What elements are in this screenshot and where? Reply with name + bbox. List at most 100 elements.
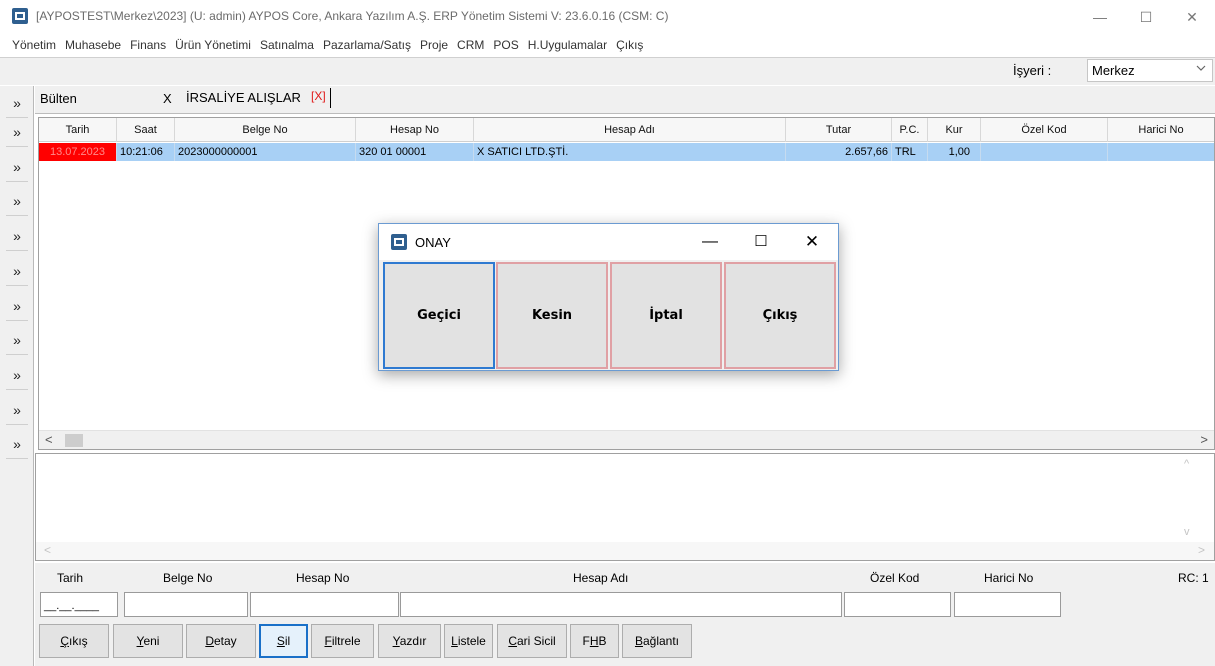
link-button[interactable]: Bağlantı [622,624,692,658]
menu-urun-yonetimi[interactable]: Ürün Yönetimi [175,38,251,52]
dialog-title: ONAY [415,235,451,250]
list-button[interactable]: Listele [444,624,493,658]
col-header-tarih[interactable]: Tarih [39,118,117,142]
filter-label-belge-no: Belge No [163,571,213,585]
filter-tarih-input[interactable]: __.__.____ [40,592,118,617]
memo-panel[interactable]: ^ v < > [35,453,1215,561]
memo-horizontal-scrollbar[interactable]: < > [36,542,1214,560]
horizontal-scrollbar[interactable]: < > [39,430,1214,449]
account-card-button[interactable]: Cari Sicil [497,624,567,658]
menu-satinalma[interactable]: Satınalma [260,38,314,52]
filter-harici-no-input[interactable] [954,592,1061,617]
menu-pos[interactable]: POS [493,38,518,52]
menu-h-uygulamalar[interactable]: H.Uygulamalar [528,38,607,52]
dialog-close-button[interactable]: ✕ [797,228,827,256]
side-strip-expand-button[interactable]: » [6,186,28,216]
cancel-button[interactable]: İptal [610,262,722,369]
cell-hesap-adi[interactable]: X SATICI LTD.ŞTİ. [474,143,786,161]
cell-tutar[interactable]: 2.657,66 [786,143,892,161]
col-header-tutar[interactable]: Tutar [786,118,892,142]
menu-muhasebe[interactable]: Muhasebe [65,38,121,52]
print-button[interactable]: Yazdır [378,624,441,658]
tab-irsaliye-alislar[interactable]: İRSALİYE ALIŞLAR [186,90,301,105]
tab-irsaliye-close-button[interactable]: [X] [311,89,326,103]
cell-tarih[interactable]: 13.07.2023 [39,143,117,161]
menu-yonetim[interactable]: Yönetim [12,38,56,52]
col-header-kur[interactable]: Kur [928,118,981,142]
table-row[interactable]: 13.07.2023 10:21:06 2023000000001 320 01… [39,143,1214,161]
menu-crm[interactable]: CRM [457,38,484,52]
dialog-minimize-button[interactable]: — [695,228,725,256]
col-header-belge-no[interactable]: Belge No [175,118,356,142]
col-header-ozel-kod[interactable]: Özel Kod [981,118,1108,142]
side-strip-expand-button[interactable]: » [6,152,28,182]
final-button[interactable]: Kesin [496,262,608,369]
side-strip-expand-button[interactable]: » [6,395,28,425]
filter-label-ozel-kod: Özel Kod [870,571,920,585]
col-header-pc[interactable]: P.C. [892,118,928,142]
scroll-down-icon[interactable]: v [1184,526,1190,538]
exit-button[interactable]: Çıkış [39,624,109,658]
filter-label-tarih: Tarih [57,571,84,585]
cell-saat[interactable]: 10:21:06 [117,143,175,161]
menu-pazarlama-satis[interactable]: Pazarlama/Satış [323,38,411,52]
cell-hesap-no[interactable]: 320 01 00001 [356,143,474,161]
side-strip-expand-button[interactable]: » [6,360,28,390]
side-strip-expand-button[interactable]: » [6,221,28,251]
close-button[interactable]: ✕ [1169,2,1215,32]
app-icon [391,234,407,250]
detail-button-mnemonic: D [205,634,214,648]
side-strip-expand-button[interactable]: » [6,88,28,118]
col-header-hesap-adi[interactable]: Hesap Adı [474,118,786,142]
scroll-thumb[interactable] [65,434,83,447]
cell-harici-no[interactable] [1108,143,1214,161]
scroll-right-icon[interactable]: > [1198,543,1205,557]
grid-header: Tarih Saat Belge No Hesap No Hesap Adı T… [39,118,1214,142]
col-header-saat[interactable]: Saat [117,118,175,142]
menu-cikis[interactable]: Çıkış [616,38,643,52]
dialog-maximize-button[interactable]: ☐ [746,228,776,256]
tab-bulten-close-button[interactable]: X [163,91,172,106]
scroll-right-icon[interactable]: > [1200,432,1208,447]
workplace-label: İşyeri : [1013,63,1052,78]
scroll-left-icon[interactable]: < [44,543,51,557]
detail-button-label: etay [213,634,237,648]
print-button-label: azdır [399,634,427,648]
dialog-title-bar: ONAY — ☐ ✕ [379,224,838,260]
detail-button[interactable]: Detay [186,624,256,658]
tab-bulten[interactable]: Bülten [40,91,77,106]
list-button-label: istele [457,634,486,648]
filter-belge-no-input[interactable] [124,592,248,617]
filter-hesap-adi-input[interactable] [400,592,842,617]
confirm-dialog: ONAY — ☐ ✕ Geçici Kesin İptal Çıkış [378,223,839,371]
side-strip-expand-button[interactable]: » [6,429,28,459]
side-strip-expand-button[interactable]: » [6,117,28,147]
temporary-button[interactable]: Geçici [383,262,495,369]
cell-belge-no[interactable]: 2023000000001 [175,143,356,161]
filter-button[interactable]: Filtrele [311,624,374,658]
fhb-button[interactable]: FHB [570,624,619,658]
dialog-exit-button[interactable]: Çıkış [724,262,836,369]
filter-ozel-kod-input[interactable] [844,592,951,617]
cell-kur[interactable]: 1,00 [928,143,981,161]
fhb-button-label-pre: F [582,634,590,648]
new-button[interactable]: Yeni [113,624,183,658]
delete-button-mnemonic: S [276,634,285,648]
minimize-button[interactable]: — [1077,2,1123,32]
filter-hesap-no-input[interactable] [250,592,399,617]
delete-button[interactable]: Sil [259,624,308,658]
side-strip-expand-button[interactable]: » [6,256,28,286]
maximize-button[interactable]: ☐ [1123,2,1169,32]
app-icon [12,8,28,24]
menu-proje[interactable]: Proje [420,38,448,52]
col-header-harici-no[interactable]: Harici No [1108,118,1214,142]
scroll-up-icon[interactable]: ^ [1184,458,1189,470]
side-strip-expand-button[interactable]: » [6,325,28,355]
cell-ozel-kod[interactable] [981,143,1108,161]
cell-pc[interactable]: TRL [892,143,928,161]
col-header-hesap-no[interactable]: Hesap No [356,118,474,142]
workplace-select[interactable]: Merkez [1087,59,1213,82]
side-strip-expand-button[interactable]: » [6,291,28,321]
menu-finans[interactable]: Finans [130,38,166,52]
scroll-left-icon[interactable]: < [45,432,53,447]
